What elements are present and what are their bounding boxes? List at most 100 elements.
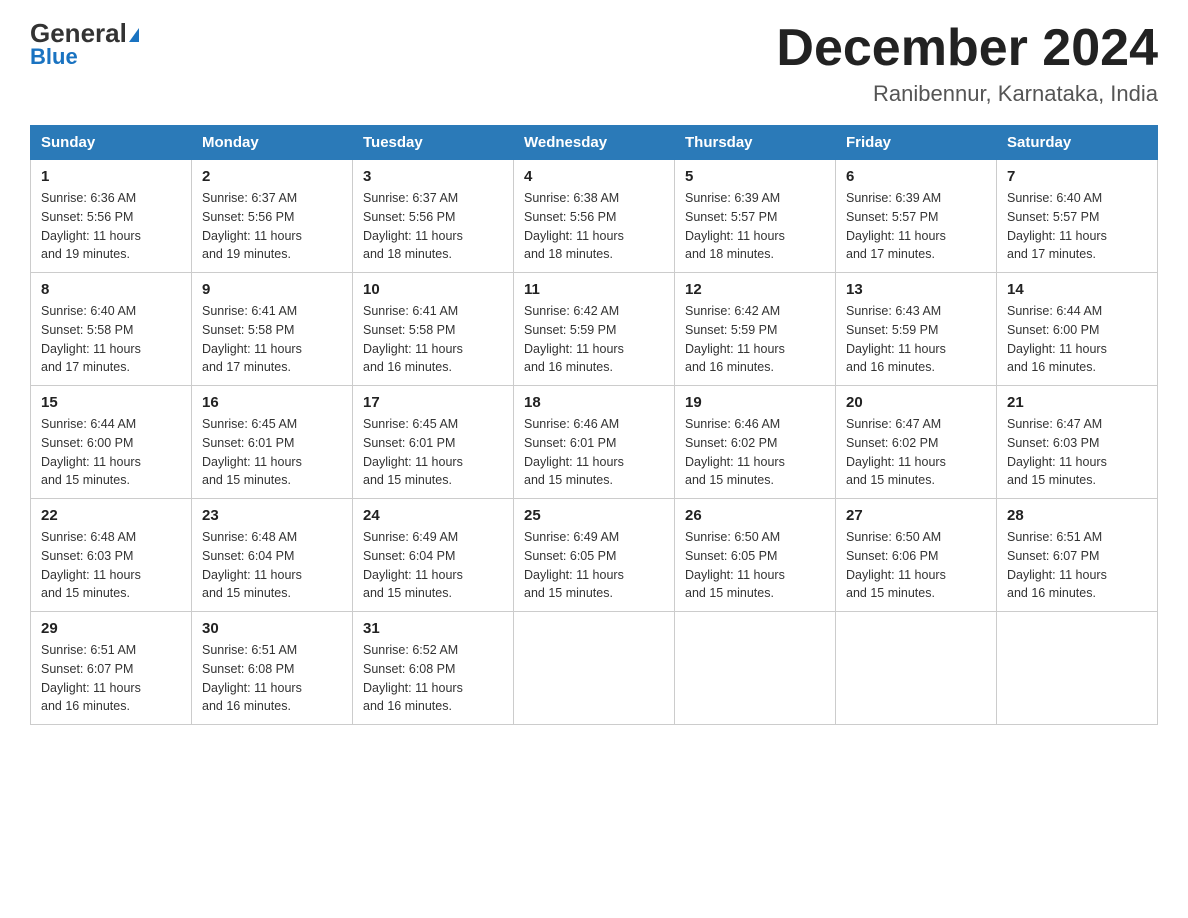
day-cell: 28 Sunrise: 6:51 AMSunset: 6:07 PMDayligh…: [997, 499, 1158, 612]
day-info: Sunrise: 6:38 AMSunset: 5:56 PMDaylight:…: [524, 189, 664, 264]
day-cell: 19Sunrise: 6:46 AMSunset: 6:02 PMDayligh…: [675, 386, 836, 499]
day-info: Sunrise: 6:52 AMSunset: 6:08 PMDaylight:…: [363, 641, 503, 716]
day-info: Sunrise: 6:39 AMSunset: 5:57 PMDaylight:…: [846, 189, 986, 264]
page-header: General Blue December 2024 Ranibennur, K…: [30, 20, 1158, 107]
day-cell: 9 Sunrise: 6:41 AMSunset: 5:58 PMDaylight…: [192, 273, 353, 386]
day-cell: 22 Sunrise: 6:48 AMSunset: 6:03 PMDayligh…: [31, 499, 192, 612]
day-info: Sunrise: 6:40 AMSunset: 5:58 PMDaylight:…: [41, 302, 181, 377]
day-number: 21: [1007, 394, 1147, 411]
day-info: Sunrise: 6:41 AMSunset: 5:58 PMDaylight:…: [202, 302, 342, 377]
day-cell: 31 Sunrise: 6:52 AMSunset: 6:08 PMDayligh…: [353, 612, 514, 725]
day-cell: 2Sunrise: 6:37 AMSunset: 5:56 PMDaylight…: [192, 160, 353, 273]
day-cell: 29 Sunrise: 6:51 AMSunset: 6:07 PMDayligh…: [31, 612, 192, 725]
day-number: 6: [846, 168, 986, 185]
day-cell: 26 Sunrise: 6:50 AMSunset: 6:05 PMDayligh…: [675, 499, 836, 612]
week-row-2: 8Sunrise: 6:40 AMSunset: 5:58 PMDaylight…: [31, 273, 1158, 386]
day-cell: 1 Sunrise: 6:36 AMSunset: 5:56 PMDaylight…: [31, 160, 192, 273]
day-number: 23: [202, 507, 342, 524]
day-cell: 17Sunrise: 6:45 AMSunset: 6:01 PMDayligh…: [353, 386, 514, 499]
day-number: 31: [363, 620, 503, 637]
logo: General Blue: [30, 20, 139, 70]
day-info: Sunrise: 6:50 AMSunset: 6:05 PMDaylight:…: [685, 528, 825, 603]
day-number: 11: [524, 281, 664, 298]
day-info: Sunrise: 6:45 AMSunset: 6:01 PMDaylight:…: [202, 415, 342, 490]
day-number: 28: [1007, 507, 1147, 524]
day-cell: 12 Sunrise: 6:42 AMSunset: 5:59 PMDayligh…: [675, 273, 836, 386]
header-monday: Monday: [192, 126, 353, 160]
day-number: 19: [685, 394, 825, 411]
day-cell: [997, 612, 1158, 725]
day-info: Sunrise: 6:51 AMSunset: 6:08 PMDaylight:…: [202, 641, 342, 716]
day-info: Sunrise: 6:47 AMSunset: 6:03 PMDaylight:…: [1007, 415, 1147, 490]
week-row-3: 15 Sunrise: 6:44 AMSunset: 6:00 PMDayligh…: [31, 386, 1158, 499]
day-number: 1: [41, 168, 181, 185]
day-number: 14: [1007, 281, 1147, 298]
day-number: 27: [846, 507, 986, 524]
day-info: Sunrise: 6:42 AMSunset: 5:59 PMDaylight:…: [685, 302, 825, 377]
day-cell: 18 Sunrise: 6:46 AMSunset: 6:01 PMDayligh…: [514, 386, 675, 499]
day-cell: 13Sunrise: 6:43 AMSunset: 5:59 PMDayligh…: [836, 273, 997, 386]
day-info: Sunrise: 6:47 AMSunset: 6:02 PMDaylight:…: [846, 415, 986, 490]
day-info: Sunrise: 6:44 AMSunset: 6:00 PMDaylight:…: [41, 415, 181, 490]
month-title: December 2024: [776, 20, 1158, 77]
day-cell: [514, 612, 675, 725]
location-title: Ranibennur, Karnataka, India: [776, 81, 1158, 107]
day-cell: 30 Sunrise: 6:51 AMSunset: 6:08 PMDayligh…: [192, 612, 353, 725]
day-info: Sunrise: 6:36 AMSunset: 5:56 PMDaylight:…: [41, 189, 181, 264]
day-cell: 25 Sunrise: 6:49 AMSunset: 6:05 PMDayligh…: [514, 499, 675, 612]
header-right: December 2024 Ranibennur, Karnataka, Ind…: [776, 20, 1158, 107]
day-cell: 5Sunrise: 6:39 AMSunset: 5:57 PMDaylight…: [675, 160, 836, 273]
logo-general-text: General: [30, 20, 139, 46]
day-info: Sunrise: 6:44 AMSunset: 6:00 PMDaylight:…: [1007, 302, 1147, 377]
day-number: 29: [41, 620, 181, 637]
day-number: 3: [363, 168, 503, 185]
day-cell: 3 Sunrise: 6:37 AMSunset: 5:56 PMDaylight…: [353, 160, 514, 273]
day-number: 26: [685, 507, 825, 524]
day-number: 25: [524, 507, 664, 524]
weekday-header-row: SundayMondayTuesdayWednesdayThursdayFrid…: [31, 126, 1158, 160]
calendar-table: SundayMondayTuesdayWednesdayThursdayFrid…: [30, 125, 1158, 725]
day-cell: [675, 612, 836, 725]
day-number: 7: [1007, 168, 1147, 185]
day-number: 24: [363, 507, 503, 524]
day-info: Sunrise: 6:37 AMSunset: 5:56 PMDaylight:…: [363, 189, 503, 264]
day-number: 5: [685, 168, 825, 185]
day-cell: 15 Sunrise: 6:44 AMSunset: 6:00 PMDayligh…: [31, 386, 192, 499]
day-cell: 7Sunrise: 6:40 AMSunset: 5:57 PMDaylight…: [997, 160, 1158, 273]
day-number: 9: [202, 281, 342, 298]
day-cell: 27 Sunrise: 6:50 AMSunset: 6:06 PMDayligh…: [836, 499, 997, 612]
header-thursday: Thursday: [675, 126, 836, 160]
day-info: Sunrise: 6:46 AMSunset: 6:01 PMDaylight:…: [524, 415, 664, 490]
day-cell: 21 Sunrise: 6:47 AMSunset: 6:03 PMDayligh…: [997, 386, 1158, 499]
day-cell: 16Sunrise: 6:45 AMSunset: 6:01 PMDayligh…: [192, 386, 353, 499]
day-info: Sunrise: 6:42 AMSunset: 5:59 PMDaylight:…: [524, 302, 664, 377]
day-info: Sunrise: 6:49 AMSunset: 6:04 PMDaylight:…: [363, 528, 503, 603]
day-number: 10: [363, 281, 503, 298]
header-saturday: Saturday: [997, 126, 1158, 160]
day-info: Sunrise: 6:48 AMSunset: 6:04 PMDaylight:…: [202, 528, 342, 603]
day-number: 18: [524, 394, 664, 411]
day-cell: 6 Sunrise: 6:39 AMSunset: 5:57 PMDaylight…: [836, 160, 997, 273]
day-number: 2: [202, 168, 342, 185]
day-cell: 11 Sunrise: 6:42 AMSunset: 5:59 PMDayligh…: [514, 273, 675, 386]
day-info: Sunrise: 6:48 AMSunset: 6:03 PMDaylight:…: [41, 528, 181, 603]
week-row-1: 1 Sunrise: 6:36 AMSunset: 5:56 PMDaylight…: [31, 160, 1158, 273]
header-sunday: Sunday: [31, 126, 192, 160]
day-info: Sunrise: 6:45 AMSunset: 6:01 PMDaylight:…: [363, 415, 503, 490]
day-cell: 8Sunrise: 6:40 AMSunset: 5:58 PMDaylight…: [31, 273, 192, 386]
day-info: Sunrise: 6:49 AMSunset: 6:05 PMDaylight:…: [524, 528, 664, 603]
day-number: 30: [202, 620, 342, 637]
day-number: 22: [41, 507, 181, 524]
day-info: Sunrise: 6:51 AMSunset: 6:07 PMDaylight:…: [41, 641, 181, 716]
day-number: 12: [685, 281, 825, 298]
day-cell: 4Sunrise: 6:38 AMSunset: 5:56 PMDaylight…: [514, 160, 675, 273]
day-number: 15: [41, 394, 181, 411]
day-cell: 14 Sunrise: 6:44 AMSunset: 6:00 PMDayligh…: [997, 273, 1158, 386]
day-info: Sunrise: 6:50 AMSunset: 6:06 PMDaylight:…: [846, 528, 986, 603]
week-row-5: 29 Sunrise: 6:51 AMSunset: 6:07 PMDayligh…: [31, 612, 1158, 725]
logo-blue-text: Blue: [30, 44, 78, 70]
day-info: Sunrise: 6:51 AMSunset: 6:07 PMDaylight:…: [1007, 528, 1147, 603]
week-row-4: 22 Sunrise: 6:48 AMSunset: 6:03 PMDayligh…: [31, 499, 1158, 612]
day-cell: 20Sunrise: 6:47 AMSunset: 6:02 PMDayligh…: [836, 386, 997, 499]
day-cell: 24 Sunrise: 6:49 AMSunset: 6:04 PMDayligh…: [353, 499, 514, 612]
